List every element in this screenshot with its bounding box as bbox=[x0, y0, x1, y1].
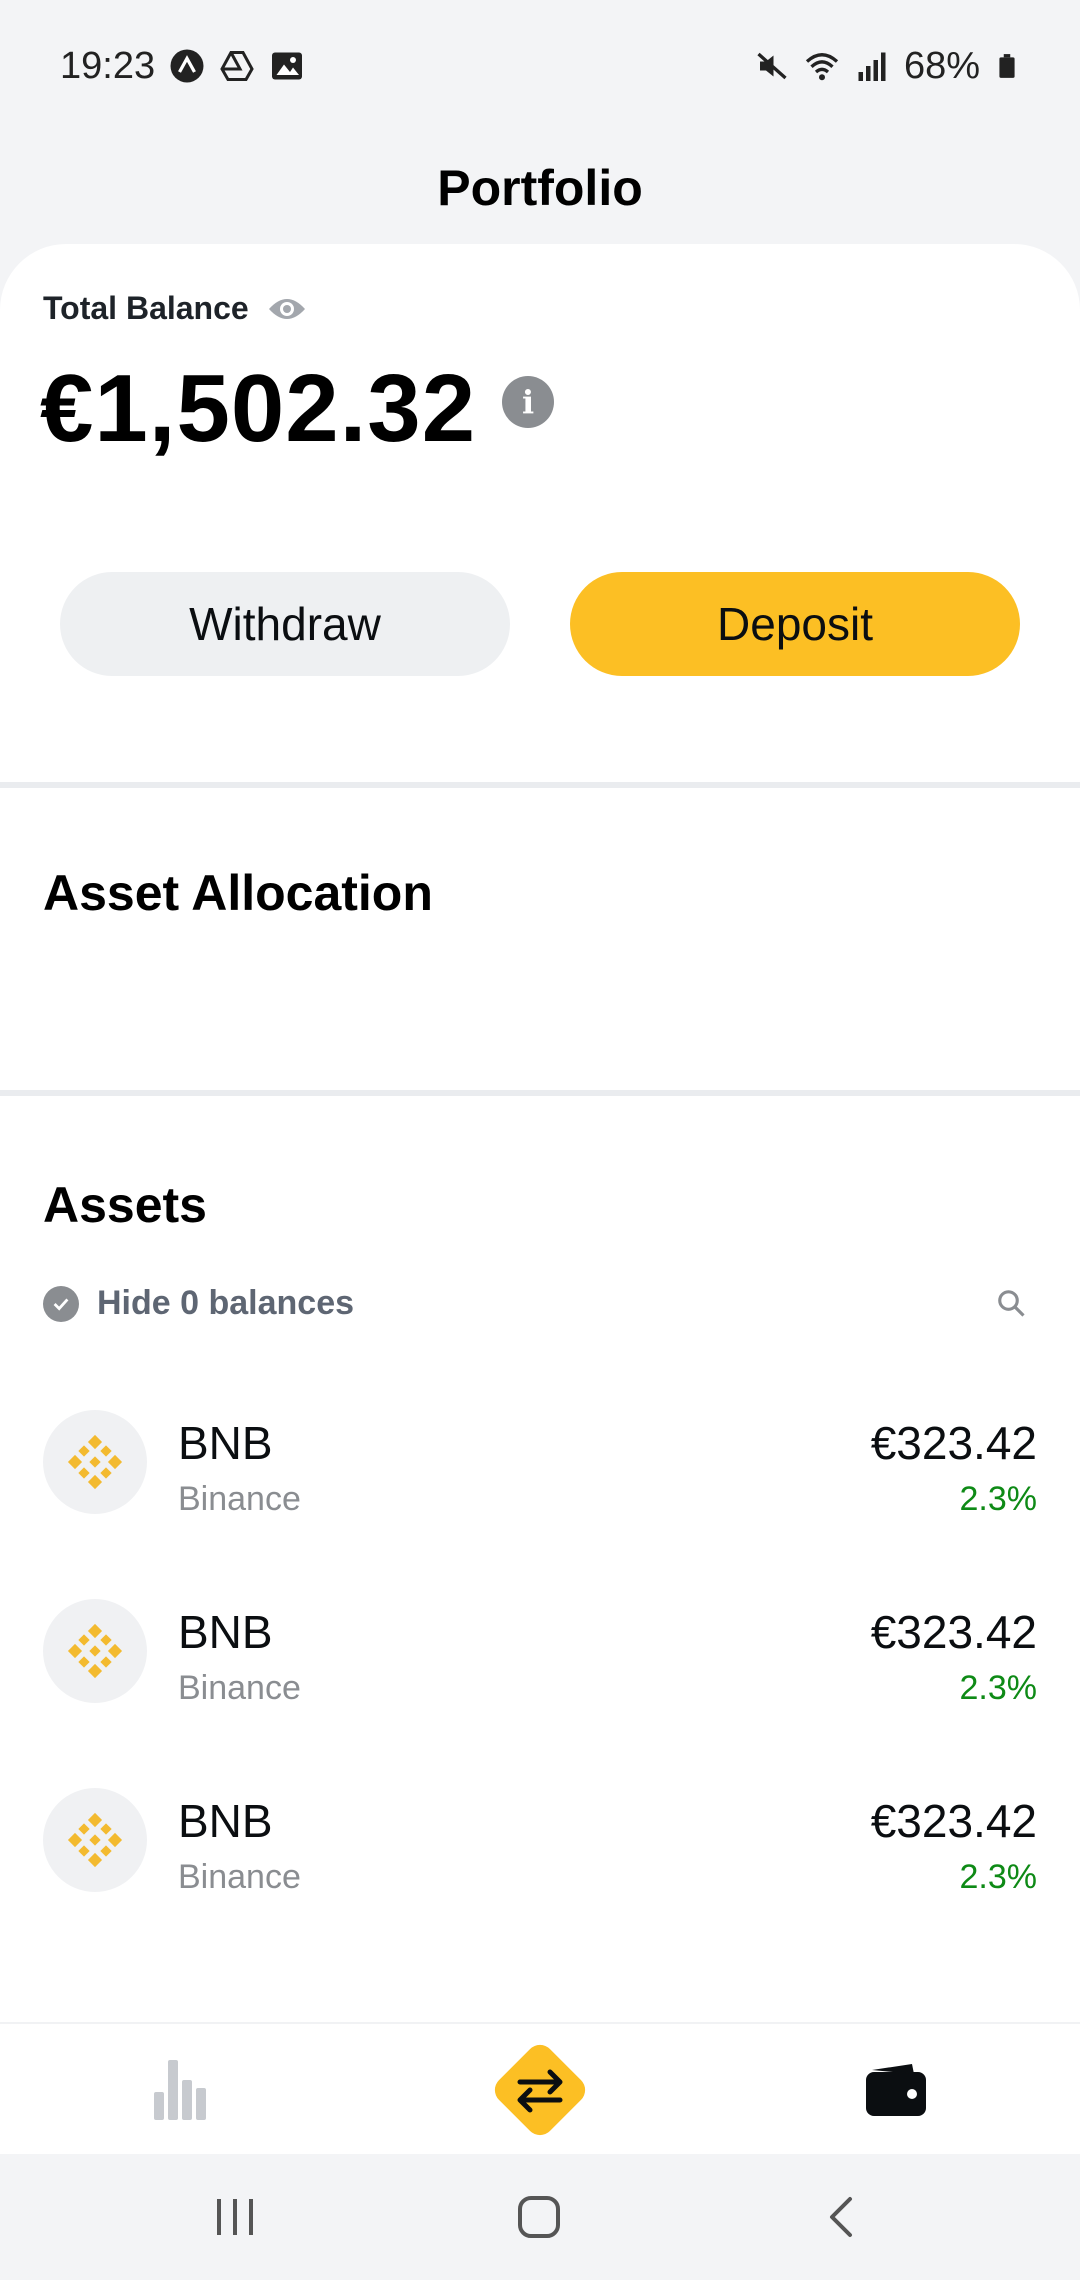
balance-amount-row: €1,502.32 i bbox=[40, 354, 555, 464]
asset-change: 2.3% bbox=[959, 1858, 1038, 1896]
nav-trade[interactable] bbox=[480, 2024, 600, 2156]
total-balance-amount: €1,502.32 bbox=[40, 355, 477, 462]
asset-value: €323.42 bbox=[870, 1606, 1037, 1658]
system-nav bbox=[0, 2154, 1080, 2280]
asset-value: €323.42 bbox=[870, 1417, 1037, 1469]
status-right: 68% bbox=[754, 45, 1020, 88]
asset-allocation-title: Asset Allocation bbox=[43, 865, 433, 921]
asset-row[interactable]: BNB Binance €323.42 2.3% bbox=[0, 1599, 1080, 1749]
recent-apps-button[interactable] bbox=[202, 2184, 268, 2250]
app-a-icon bbox=[170, 49, 204, 83]
asset-value: €323.42 bbox=[870, 1795, 1037, 1847]
wifi-icon bbox=[805, 53, 839, 81]
asset-name: Binance bbox=[178, 1858, 301, 1896]
home-button[interactable] bbox=[506, 2184, 572, 2250]
asset-row[interactable]: BNB Binance €323.42 2.3% bbox=[0, 1788, 1080, 1938]
balance-card: Total Balance €1,502.32 i Withdraw Depos… bbox=[0, 244, 1080, 782]
asset-symbol: BNB bbox=[178, 1795, 273, 1847]
info-icon[interactable]: i bbox=[502, 376, 555, 428]
search-icon[interactable] bbox=[996, 1288, 1026, 1318]
markets-icon bbox=[154, 2060, 206, 2120]
check-circle-icon bbox=[43, 1285, 79, 1322]
battery-percent: 68% bbox=[903, 44, 980, 87]
asset-symbol: BNB bbox=[178, 1417, 273, 1469]
signal-icon bbox=[858, 52, 886, 81]
asset-change: 2.3% bbox=[959, 1669, 1038, 1707]
asset-name: Binance bbox=[178, 1669, 301, 1707]
eye-icon[interactable] bbox=[267, 295, 307, 323]
image-icon bbox=[272, 52, 303, 80]
asset-symbol: BNB bbox=[178, 1606, 273, 1658]
back-button[interactable] bbox=[808, 2184, 874, 2250]
drive-icon bbox=[220, 51, 254, 81]
mute-icon bbox=[757, 52, 787, 80]
bnb-logo-icon bbox=[43, 1599, 147, 1703]
deposit-button[interactable]: Deposit bbox=[570, 572, 1020, 676]
total-balance-label: Total Balance bbox=[43, 290, 249, 326]
asset-name: Binance bbox=[178, 1480, 301, 1518]
bottom-nav bbox=[0, 2022, 1080, 2154]
bnb-logo-icon bbox=[43, 1410, 147, 1514]
page-title: Portfolio bbox=[437, 160, 643, 216]
bnb-logo-icon bbox=[43, 1788, 147, 1892]
assets-title: Assets bbox=[43, 1177, 207, 1233]
back-icon bbox=[830, 2197, 852, 2237]
recent-apps-icon bbox=[217, 2199, 253, 2235]
withdraw-button[interactable]: Withdraw bbox=[60, 572, 510, 676]
asset-allocation-section: Asset Allocation bbox=[0, 788, 1080, 1090]
header: Portfolio bbox=[0, 132, 1080, 244]
status-time: 19:23 bbox=[60, 44, 156, 87]
asset-row[interactable]: BNB Binance €323.42 2.3% bbox=[0, 1410, 1080, 1560]
hide-zero-balances-label: Hide 0 balances bbox=[97, 1284, 355, 1322]
status-left: 19:23 bbox=[60, 45, 305, 88]
nav-markets[interactable] bbox=[120, 2024, 240, 2156]
nav-wallet[interactable] bbox=[836, 2024, 956, 2156]
status-bar: 19:23 68% bbox=[0, 0, 1080, 132]
asset-change: 2.3% bbox=[959, 1480, 1038, 1518]
battery-icon bbox=[999, 54, 1015, 78]
trade-icon bbox=[494, 2044, 586, 2136]
balance-label-row: Total Balance bbox=[43, 290, 307, 327]
home-icon bbox=[518, 2196, 560, 2238]
wallet-icon bbox=[866, 2064, 926, 2116]
hide-zero-balances-toggle[interactable]: Hide 0 balances bbox=[43, 1284, 354, 1323]
